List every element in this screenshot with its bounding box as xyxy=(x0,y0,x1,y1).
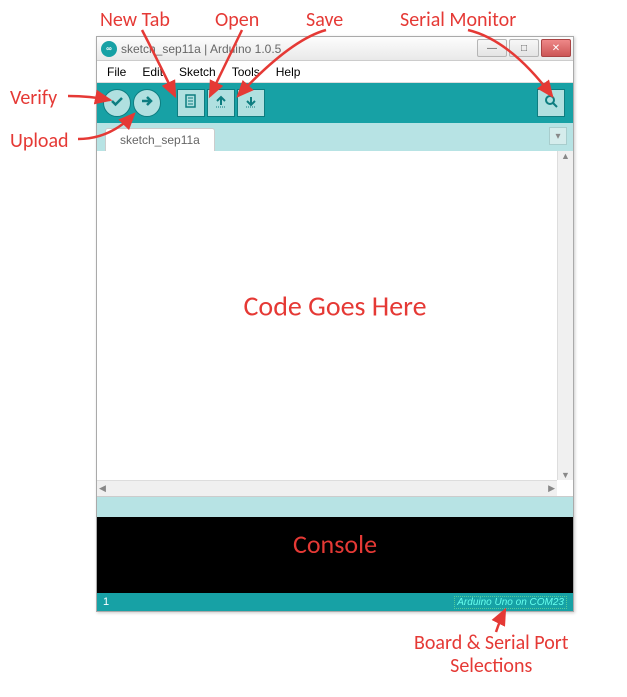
status-strip xyxy=(97,497,573,517)
tab-menu-button[interactable]: ▾ xyxy=(549,127,567,145)
arduino-logo-icon: ∞ xyxy=(101,41,117,57)
annotation-console: Console xyxy=(293,528,377,560)
magnifier-icon xyxy=(543,93,559,114)
new-button[interactable] xyxy=(177,89,205,117)
arrow-up-icon xyxy=(213,93,229,114)
menu-edit[interactable]: Edit xyxy=(136,63,169,81)
check-icon xyxy=(109,93,125,114)
open-button[interactable] xyxy=(207,89,235,117)
editor-scrollbar-vertical[interactable] xyxy=(557,151,573,480)
arduino-ide-window: ∞ sketch_sep11a | Arduino 1.0.5 — □ ✕ Fi… xyxy=(96,36,574,612)
console: Console xyxy=(97,517,573,593)
line-number: 1 xyxy=(103,596,109,608)
window-title: sketch_sep11a | Arduino 1.0.5 xyxy=(121,42,281,56)
close-button[interactable]: ✕ xyxy=(541,39,571,57)
toolbar xyxy=(97,83,573,123)
annotation-open: Open xyxy=(215,8,259,32)
menu-sketch[interactable]: Sketch xyxy=(173,63,222,81)
tabbar: sketch_sep11a ▾ xyxy=(97,123,573,151)
annotation-upload: Upload xyxy=(10,129,69,153)
editor-scrollbar-horizontal[interactable] xyxy=(97,480,557,496)
serial-monitor-button[interactable] xyxy=(537,89,565,117)
menu-tools[interactable]: Tools xyxy=(226,63,266,81)
window-controls: — □ ✕ xyxy=(477,39,571,57)
menubar: File Edit Sketch Tools Help xyxy=(97,61,573,83)
footer: 1 Arduino Uno on COM23 xyxy=(97,593,573,611)
annotation-code-area: Code Goes Here xyxy=(243,289,426,324)
code-editor[interactable]: Code Goes Here xyxy=(97,151,573,497)
document-icon xyxy=(183,93,199,114)
arrow-right-icon xyxy=(139,93,155,114)
upload-button[interactable] xyxy=(133,89,161,117)
titlebar[interactable]: ∞ sketch_sep11a | Arduino 1.0.5 — □ ✕ xyxy=(97,37,573,61)
menu-help[interactable]: Help xyxy=(270,63,307,81)
chevron-down-icon: ▾ xyxy=(555,131,560,142)
verify-button[interactable] xyxy=(103,89,131,117)
annotation-board-port: Board & Serial Port Selections xyxy=(414,632,568,678)
annotation-verify: Verify xyxy=(10,86,57,110)
board-port-status: Arduino Uno on COM23 xyxy=(454,596,567,609)
menu-file[interactable]: File xyxy=(101,63,132,81)
arrow-down-icon xyxy=(243,93,259,114)
minimize-button[interactable]: — xyxy=(477,39,507,57)
sketch-tab[interactable]: sketch_sep11a xyxy=(105,128,215,151)
save-button[interactable] xyxy=(237,89,265,117)
maximize-button[interactable]: □ xyxy=(509,39,539,57)
annotation-serial-monitor: Serial Monitor xyxy=(400,8,516,32)
annotation-new-tab: New Tab xyxy=(100,8,170,32)
annotation-save: Save xyxy=(306,8,343,32)
